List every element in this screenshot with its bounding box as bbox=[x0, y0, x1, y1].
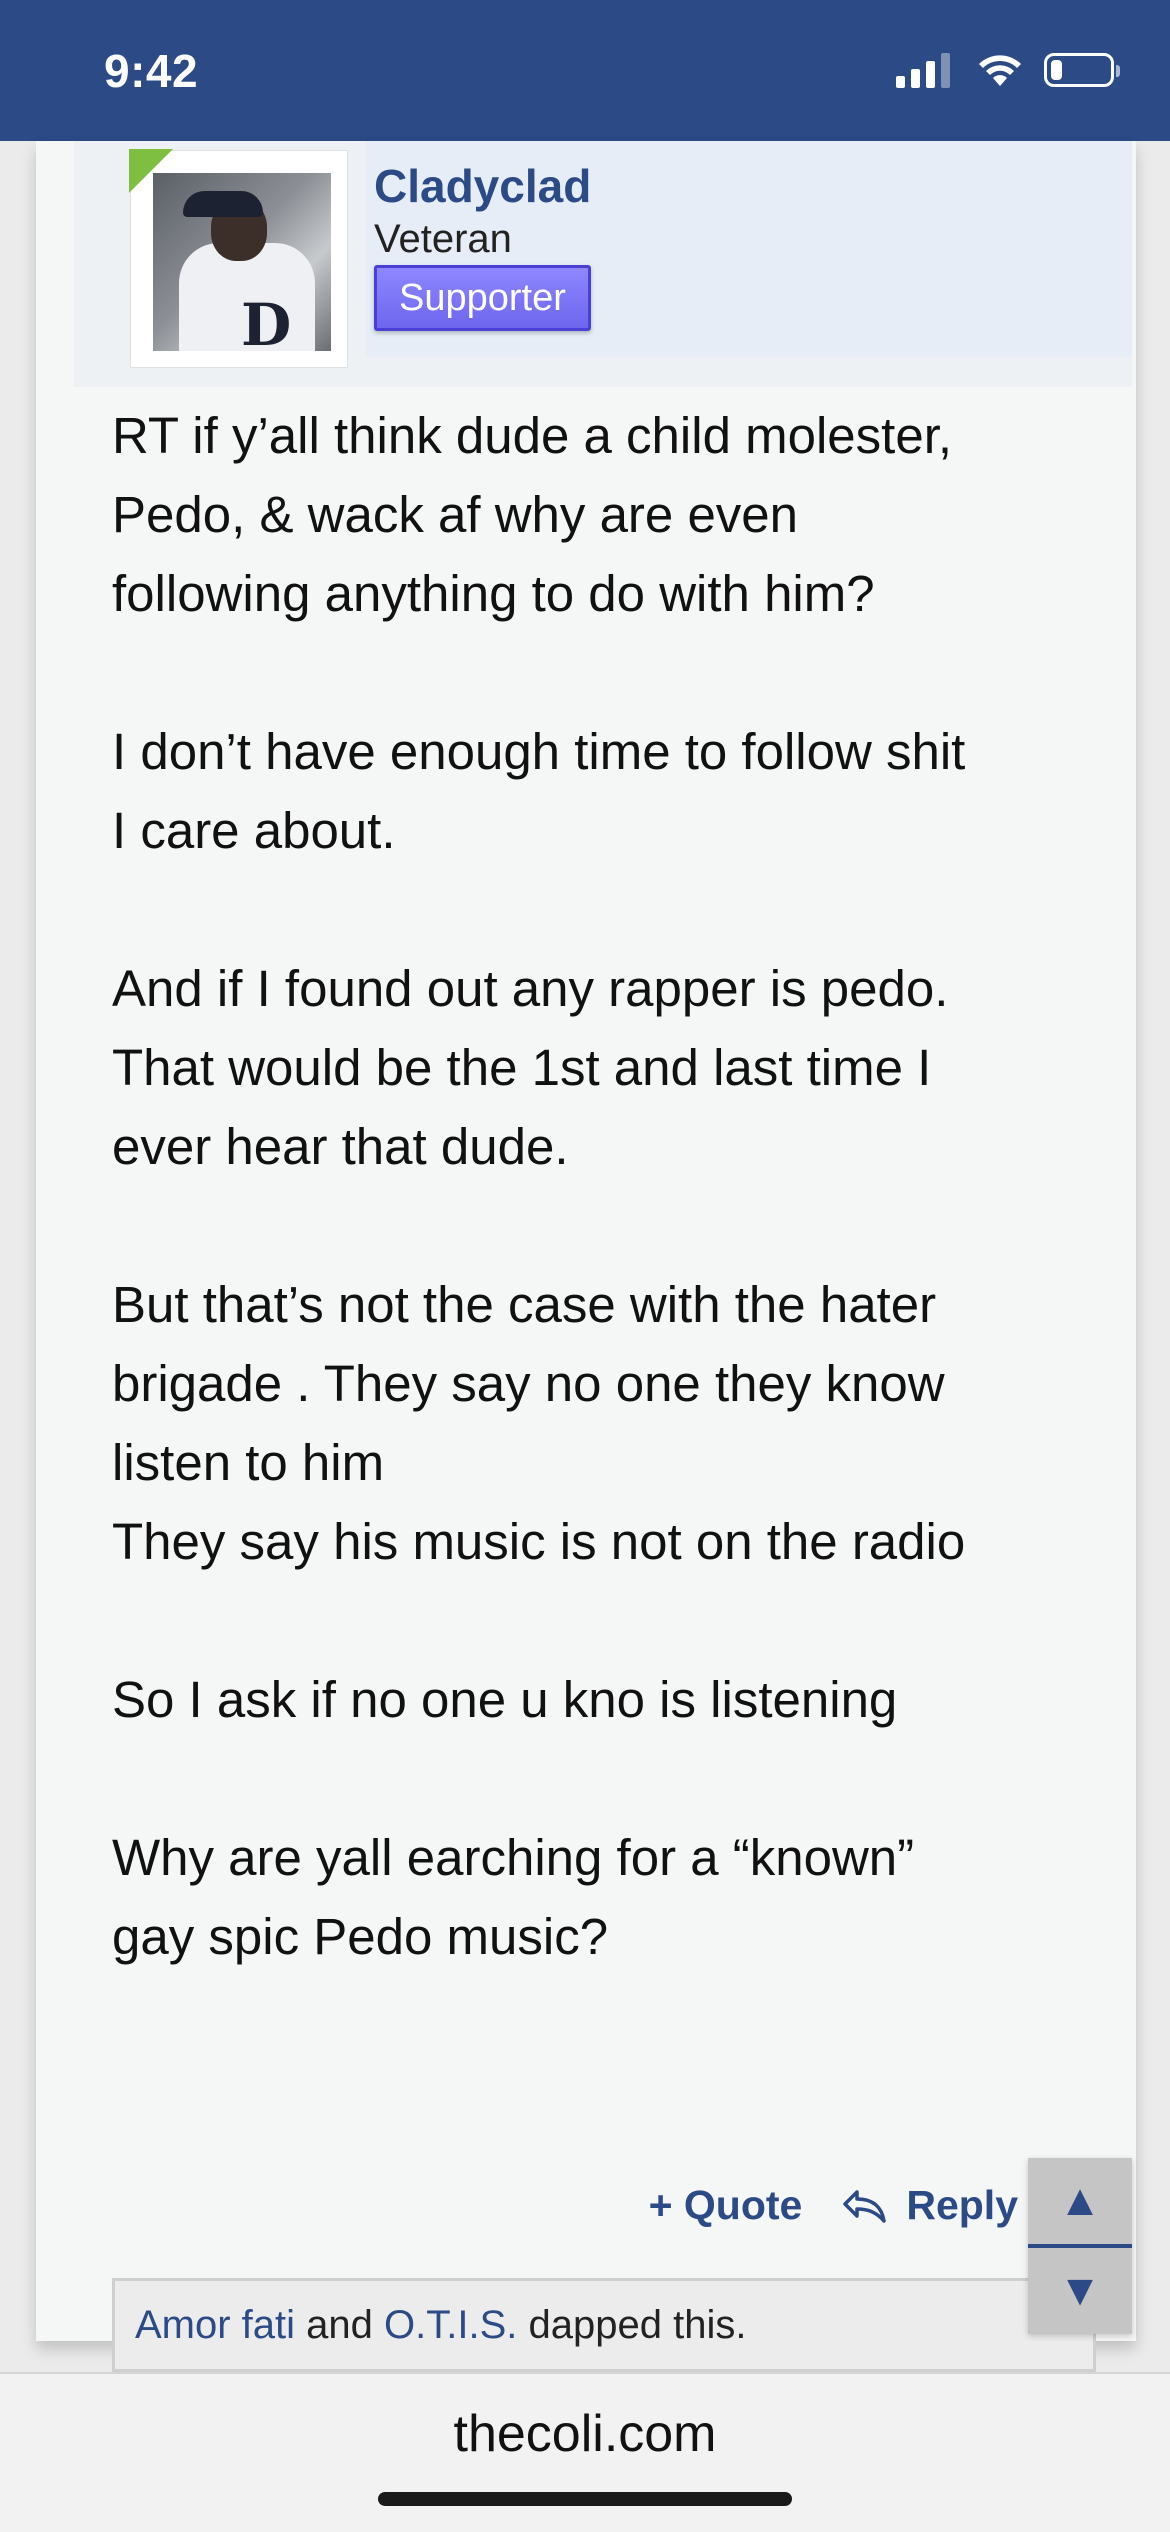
dapped-user-link[interactable]: O.T.I.S. bbox=[384, 2303, 517, 2347]
post-author-block: D Cladyclad Veteran Supporter bbox=[74, 141, 1132, 387]
dapped-user-link[interactable]: Amor fati bbox=[135, 2303, 295, 2347]
scroll-controls: ▲ ▼ bbox=[1028, 2158, 1132, 2334]
home-indicator[interactable] bbox=[378, 2492, 792, 2506]
post-line: I don’t have enough time to follow shit bbox=[112, 723, 966, 780]
post-line: So I ask if no one u kno is listening bbox=[112, 1671, 898, 1728]
supporter-badge: Supporter bbox=[374, 265, 591, 331]
dapped-connector: and bbox=[295, 2303, 385, 2347]
quote-button[interactable]: + Quote bbox=[649, 2182, 803, 2229]
online-indicator-icon bbox=[129, 149, 173, 193]
down-triangle-icon: ▼ bbox=[1058, 2266, 1102, 2315]
avatar-image: D bbox=[153, 173, 331, 351]
avatar[interactable]: D bbox=[129, 149, 348, 368]
post-line: brigade . They say no one they know bbox=[112, 1355, 945, 1412]
status-time: 9:42 bbox=[104, 45, 199, 97]
post-line: gay spic Pedo music? bbox=[112, 1908, 609, 1965]
browser-bottom-bar: thecoli.com bbox=[0, 2372, 1170, 2532]
url-domain[interactable]: thecoli.com bbox=[0, 2404, 1170, 2464]
post-line: They say his music is not on the radio bbox=[112, 1513, 966, 1570]
cellular-signal-icon bbox=[896, 52, 950, 88]
post-line: I care about. bbox=[112, 802, 396, 859]
reply-label: Reply bbox=[906, 2182, 1018, 2228]
status-bar: 9:42 bbox=[0, 0, 1170, 141]
scroll-up-button[interactable]: ▲ bbox=[1028, 2158, 1132, 2244]
post-line: But that’s not the case with the hater bbox=[112, 1276, 937, 1333]
reply-arrow-icon bbox=[843, 2189, 887, 2223]
reply-button[interactable]: Reply bbox=[842, 2182, 1018, 2229]
post-body: RT if y’all think dude a child molester,… bbox=[112, 396, 1112, 1976]
user-info: Cladyclad Veteran Supporter bbox=[366, 141, 1132, 357]
status-icons bbox=[896, 52, 1120, 88]
dapped-suffix: dapped this. bbox=[517, 2303, 747, 2347]
post-line: listen to him bbox=[112, 1434, 385, 1491]
battery-level bbox=[1051, 60, 1063, 80]
post-card: D Cladyclad Veteran Supporter RT if y’al… bbox=[36, 141, 1136, 2372]
dapped-bar: Amor fati and O.T.I.S. dapped this. bbox=[112, 2278, 1096, 2372]
up-triangle-icon: ▲ bbox=[1058, 2176, 1102, 2225]
battery-icon bbox=[1044, 53, 1120, 87]
post-actions: + Quote Reply bbox=[649, 2182, 1018, 2229]
post-line: RT if y’all think dude a child molester, bbox=[112, 407, 953, 464]
post-line: following anything to do with him? bbox=[112, 565, 875, 622]
post-line: ever hear that dude. bbox=[112, 1118, 569, 1175]
username-link[interactable]: Cladyclad bbox=[374, 159, 591, 213]
post-line: That would be the 1st and last time I bbox=[112, 1039, 932, 1096]
user-title: Veteran bbox=[374, 217, 512, 261]
post-line: Why are yall earching for a “known” bbox=[112, 1829, 915, 1886]
scroll-down-button[interactable]: ▼ bbox=[1028, 2248, 1132, 2334]
post-line: Pedo, & wack af why are even bbox=[112, 486, 799, 543]
post-line: And if I found out any rapper is pedo. bbox=[112, 960, 949, 1017]
wifi-icon bbox=[979, 55, 1021, 86]
